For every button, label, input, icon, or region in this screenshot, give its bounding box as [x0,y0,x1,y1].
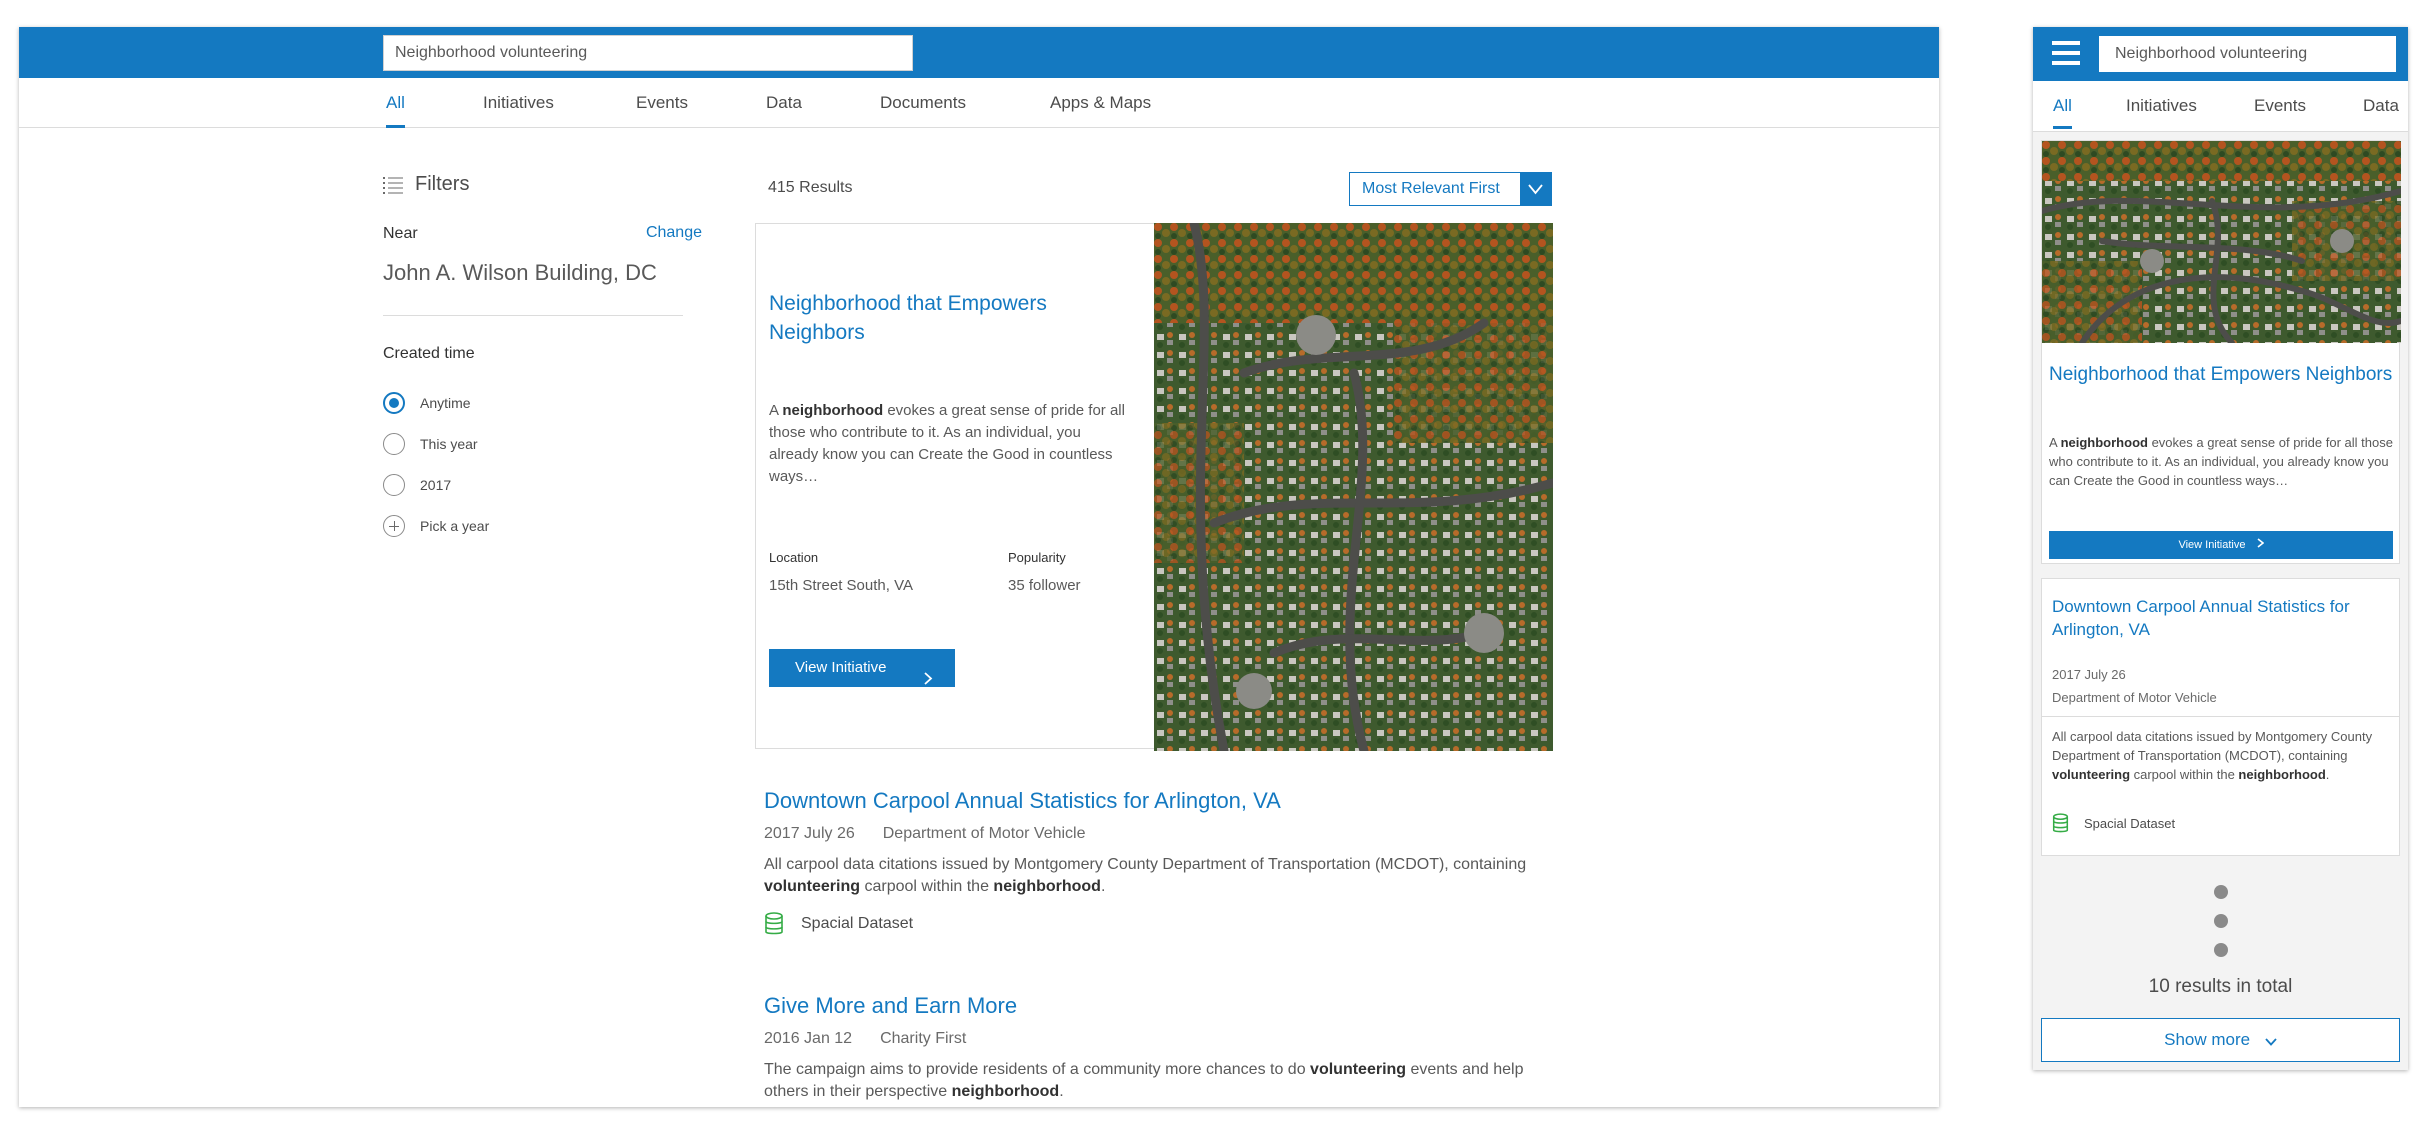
sort-dropdown[interactable]: Most Relevant First [1349,172,1552,206]
show-more-label: Show more [2164,1030,2251,1049]
mobile-result-date: 2017 July 26 [2052,667,2126,682]
location-label: Location [769,550,819,565]
plus-circle-icon[interactable] [383,515,405,537]
result-date: 2017 July 26 [764,825,855,842]
pick-year-label: Pick a year [420,518,490,534]
radio-button[interactable] [383,392,405,414]
tab-events[interactable]: Events [2254,81,2306,131]
result-meta: 2017 July 26 Department of Motor Vehicle [764,824,1554,844]
tab-events[interactable]: Events [636,78,688,128]
result-description: The campaign aims to provide residents o… [764,1061,1524,1100]
featured-title[interactable]: Neighborhood that Empowers Neighbors [769,289,1109,347]
loading-dot [2214,914,2228,928]
show-more-button[interactable]: Show more [2041,1018,2400,1062]
result-description: All carpool data citations issued by Mon… [764,856,1527,895]
radio-label: 2017 [420,477,452,493]
change-location-link[interactable]: Change [646,224,702,242]
mobile-result-card: Downtown Carpool Annual Statistics for A… [2041,578,2400,856]
loading-dot [2214,943,2228,957]
result-title[interactable]: Give More and Earn More [764,992,1554,1020]
category-tabs: All Initiatives Events Data Documents Ap… [19,78,1939,128]
mobile-category-tabs: All Initiatives Events Data [2033,81,2408,132]
view-initiative-button[interactable]: View Initiative [2049,531,2393,559]
sort-label: Most Relevant First [1362,180,1500,197]
mobile-featured-description: A neighborhood evokes a great sense of p… [2049,435,2393,488]
chevron-right-icon [2257,531,2264,559]
popularity-label: Popularity [1008,550,1066,565]
tab-all[interactable]: All [2053,81,2072,131]
card-divider [2042,716,2399,717]
loading-dot [2214,885,2228,899]
chevron-right-icon [923,662,933,700]
radio-label: This year [420,436,478,452]
database-icon [2052,813,2069,834]
radio-2017[interactable]: 2017 [383,474,451,496]
database-icon [764,912,784,936]
mobile-result-title[interactable]: Downtown Carpool Annual Statistics for A… [2052,595,2392,641]
tab-all[interactable]: All [386,78,405,128]
mobile-featured-card: Neighborhood that Empowers Neighbors A n… [2041,140,2401,564]
result-type-tag: Spacial Dataset [764,912,1554,936]
radio-label: Anytime [420,395,471,411]
result-meta: 2016 Jan 12 Charity First [764,1029,1554,1049]
tab-documents[interactable]: Documents [880,78,966,128]
filters-title: Filters [415,173,470,195]
view-initiative-label: View Initiative [2178,539,2246,551]
result-type-label: Spacial Dataset [801,915,914,932]
result-title[interactable]: Downtown Carpool Annual Statistics for A… [764,787,1554,815]
featured-result-card: Neighborhood that Empowers Neighbors A n… [755,223,1553,751]
featured-description: A neighborhood evokes a great sense of p… [769,402,1125,485]
radio-this-year[interactable]: This year [383,433,478,455]
results-total: 10 results in total [2148,976,2293,997]
tab-apps-maps[interactable]: Apps & Maps [1050,78,1151,128]
aerial-neighborhood-image [2042,141,2401,343]
result-source: Department of Motor Vehicle [882,825,1086,842]
radio-button[interactable] [383,474,405,496]
hamburger-menu-icon[interactable] [2052,41,2080,65]
pick-a-year[interactable]: Pick a year [383,515,489,537]
location-value: 15th Street South, VA [769,577,913,594]
mobile-result-source: Department of Motor Vehicle [2052,690,2217,705]
mobile-result-description: All carpool data citations issued by Mon… [2052,729,2373,782]
result-item: Downtown Carpool Annual Statistics for A… [764,787,1554,936]
top-header: Neighborhood volunteering [19,27,1939,78]
filters-header: Filters [383,173,469,196]
aerial-neighborhood-image [1154,223,1553,751]
desktop-view: Neighborhood volunteering All Initiative… [19,27,1939,1107]
view-initiative-button[interactable]: View Initiative [769,649,955,687]
filter-divider [383,315,683,316]
tab-data[interactable]: Data [2363,81,2399,131]
tab-initiatives[interactable]: Initiatives [2126,81,2197,131]
radio-anytime[interactable]: Anytime [383,392,471,414]
near-location-value: John A. Wilson Building, DC [383,260,657,285]
view-initiative-label: View Initiative [795,659,887,676]
result-date: 2016 Jan 12 [764,1030,853,1047]
filter-list-icon [383,176,403,194]
tab-initiatives[interactable]: Initiatives [483,78,554,128]
popularity-value: 35 follower [1008,577,1081,594]
result-source: Charity First [880,1030,967,1047]
results-count: 415 Results [768,179,853,196]
mobile-result-type-label: Spacial Dataset [2084,816,2176,831]
tab-data[interactable]: Data [766,78,802,128]
mobile-featured-title[interactable]: Neighborhood that Empowers Neighbors [2049,362,2394,388]
chevron-down-icon[interactable] [1520,173,1551,205]
search-input[interactable]: Neighborhood volunteering [383,35,913,71]
mobile-search-input[interactable]: Neighborhood volunteering [2099,36,2396,72]
created-time-label: Created time [383,345,475,362]
radio-button[interactable] [383,433,405,455]
mobile-header: Neighborhood volunteering [2033,27,2408,81]
mobile-view: Neighborhood volunteering All Initiative… [2033,27,2408,1070]
result-item: Give More and Earn More 2016 Jan 12 Chari… [764,992,1554,1103]
near-label: Near [383,225,418,242]
mobile-result-type-tag: Spacial Dataset [2052,813,2175,834]
chevron-down-icon [2265,1020,2277,1062]
